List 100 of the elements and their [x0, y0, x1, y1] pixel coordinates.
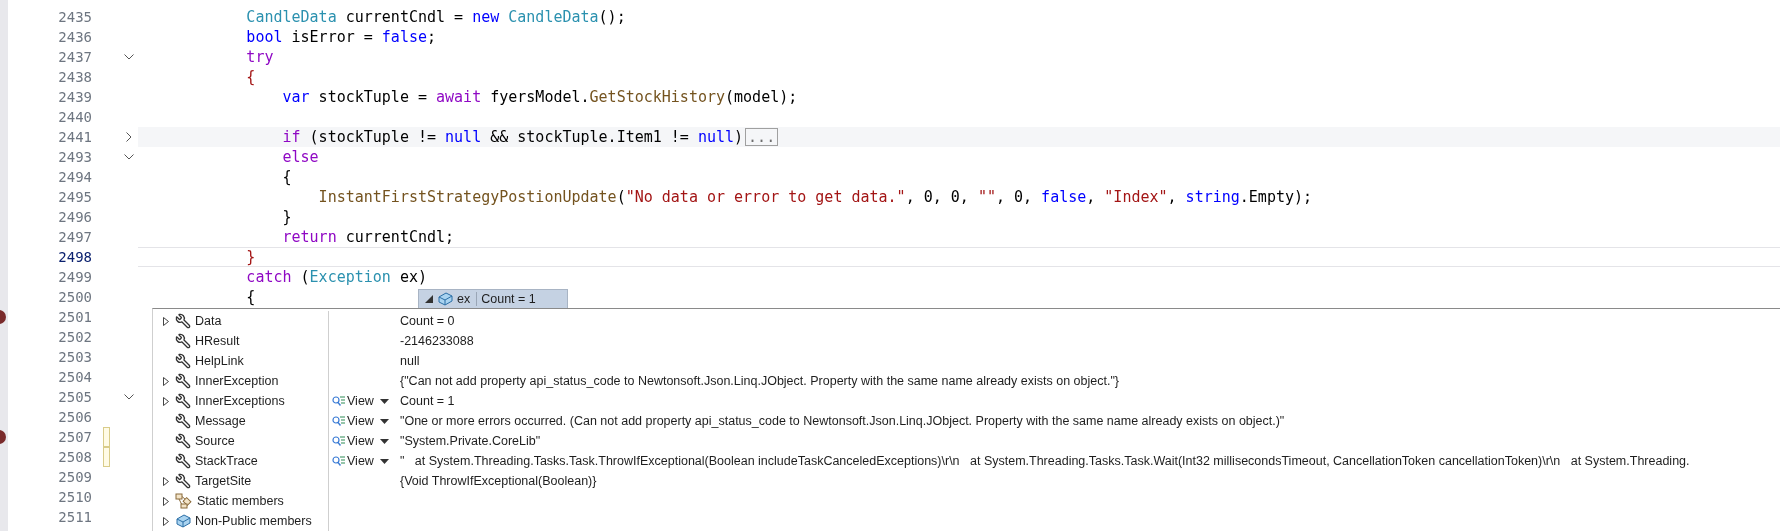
view-button[interactable]: View: [332, 454, 389, 468]
code-token: (: [616, 188, 626, 206]
code-token: ,: [1086, 188, 1097, 206]
line-number: 2506: [58, 409, 92, 425]
variable-name: ex: [457, 292, 478, 306]
code-token: }: [245, 248, 256, 266]
wrench-icon: [175, 413, 191, 429]
wrench-icon: [175, 353, 191, 369]
wrench-icon: [175, 393, 191, 409]
code-token: ): [734, 128, 744, 146]
view-button[interactable]: View: [332, 394, 389, 408]
code-token: null: [697, 128, 735, 146]
code-token: catch: [245, 268, 292, 286]
line-number: 2495: [58, 189, 92, 205]
code-token: {: [281, 168, 292, 186]
code-token: stockTuple =: [317, 88, 428, 106]
code-token: GetStockHistory: [589, 88, 726, 106]
property-value: {"Can not add property api_status_code to Newtonsoft.Json.Linq.JObject. Property with the same name already exists on object."}: [400, 374, 1119, 388]
expanded-icon[interactable]: [425, 295, 433, 303]
property-name: HResult: [195, 334, 240, 348]
wrench-icon: [175, 333, 191, 349]
property-value: Count = 0: [400, 314, 455, 328]
line-number: 2501: [58, 309, 92, 325]
code-token: null: [445, 128, 482, 146]
line-number: 2502: [58, 329, 92, 345]
property-name: Static members: [197, 494, 284, 508]
line-number: 2500: [58, 289, 92, 305]
property-name: TargetSite: [195, 474, 252, 488]
code-token: new: [472, 8, 500, 26]
property-value: Count = 1: [400, 394, 455, 408]
code-token: if: [281, 128, 301, 146]
line-number: 2439: [58, 89, 92, 105]
code-token: .Empty);: [1239, 188, 1313, 206]
visualizer-icon: [332, 395, 346, 407]
visualizer-icon: [332, 455, 346, 467]
caret-icon[interactable]: [379, 398, 389, 404]
view-button[interactable]: View: [332, 414, 389, 428]
line-number: 2505: [58, 389, 92, 405]
expand-icon[interactable]: [163, 376, 169, 386]
line-number: 2497: [58, 229, 92, 245]
code-token: ();: [598, 8, 626, 26]
expand-icon[interactable]: [163, 496, 169, 506]
code-token: (model);: [725, 88, 798, 106]
code-token: }: [281, 208, 292, 226]
code-token: currentCndl =: [344, 8, 465, 26]
static-members-icon: [175, 493, 193, 509]
code-token: else: [281, 148, 319, 166]
code-token: ,: [1167, 188, 1178, 206]
line-number: 2438: [58, 69, 92, 85]
expand-icon[interactable]: [163, 476, 169, 486]
line-number: 2494: [58, 169, 92, 185]
property-value: " at System.Threading.Tasks.Task.ThrowIfExceptional(Boolean includeTaskCanceledExceptions)\r\n at System.Threading.Tasks.Task.Wait(Int32 millisecondsTimeout, CancellationToken cancellationToken)\r\n at System.Threading.: [400, 454, 1690, 468]
wrench-icon: [175, 433, 191, 449]
code-token: return: [281, 228, 337, 246]
code-token: , 0,: [995, 188, 1034, 206]
collapse-chevron-icon[interactable]: [124, 394, 134, 400]
line-number: 2511: [58, 509, 92, 525]
code-token: && stockTuple.Item1 !=: [489, 128, 690, 146]
code-token: var: [281, 88, 310, 106]
collapse-chevron-icon[interactable]: [124, 154, 134, 160]
line-number: 2507: [58, 429, 92, 445]
expand-icon[interactable]: [163, 396, 169, 406]
property-name: Message: [195, 414, 246, 428]
code-token: await: [436, 88, 482, 106]
line-number: 2503: [58, 349, 92, 365]
collapse-chevron-icon[interactable]: [124, 54, 134, 60]
code-token: InstantFirstStrategyPostionUpdate: [317, 188, 617, 206]
wrench-icon: [175, 453, 191, 469]
collapsed-code-marker[interactable]: ...: [745, 128, 779, 146]
visualizer-icon: [332, 415, 346, 427]
property-value: -2146233088: [400, 334, 474, 348]
line-number: 2498: [58, 249, 92, 265]
line-number: 2504: [58, 369, 92, 385]
code-token: currentCndl;: [344, 228, 455, 246]
code-token: isError =: [290, 28, 374, 46]
line-number: 2441: [58, 129, 92, 145]
expand-icon[interactable]: [163, 516, 169, 526]
property-name: InnerException: [195, 374, 279, 388]
line-number: 2508: [58, 449, 92, 465]
variable-value: Count = 1: [481, 292, 536, 306]
caret-icon[interactable]: [379, 458, 389, 464]
property-name: Non-Public members: [195, 514, 312, 528]
datatip-header[interactable]: ex Count = 1: [418, 289, 568, 308]
wrench-icon: [175, 473, 191, 489]
code-token: try: [245, 48, 274, 66]
code-token: {: [245, 288, 256, 306]
expand-icon[interactable]: [163, 316, 169, 326]
property-name: Source: [195, 434, 235, 448]
caret-icon[interactable]: [379, 418, 389, 424]
code-token: "": [977, 188, 996, 206]
code-token: Exception: [309, 268, 391, 286]
caret-icon[interactable]: [379, 438, 389, 444]
code-token: string: [1185, 188, 1240, 206]
view-button[interactable]: View: [332, 434, 389, 448]
expand-chevron-icon[interactable]: [126, 132, 132, 142]
code-token: "Index": [1104, 188, 1168, 206]
line-number: 2509: [58, 469, 92, 485]
property-value: null: [400, 354, 420, 368]
code-token: , 0, 0,: [905, 188, 970, 206]
wrench-icon: [175, 373, 191, 389]
